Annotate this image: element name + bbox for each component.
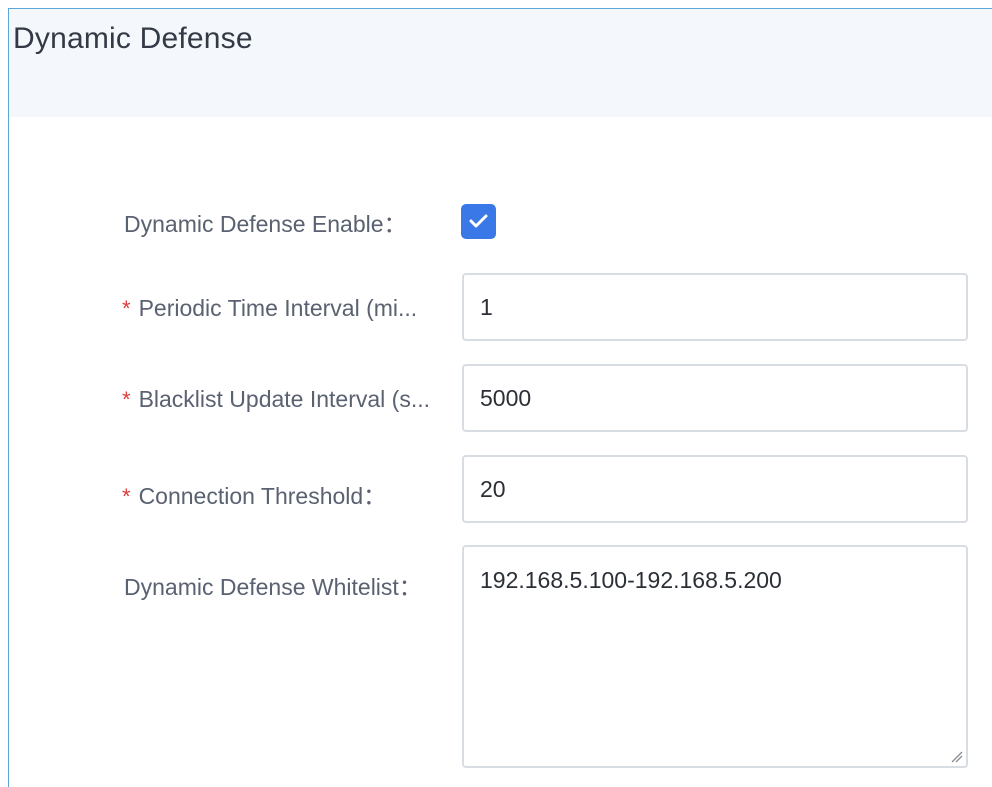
- dynamic-defense-enable-checkbox[interactable]: [461, 204, 496, 239]
- required-mark: *: [122, 387, 131, 412]
- whitelist-textarea[interactable]: 192.168.5.100-192.168.5.200: [462, 545, 968, 768]
- blacklist-interval-label: * Blacklist Update Interval (s...: [122, 386, 430, 413]
- connection-threshold-label-text: Connection Threshold：: [138, 483, 387, 509]
- required-mark: *: [122, 296, 131, 321]
- connection-threshold-label: * Connection Threshold：: [122, 477, 386, 511]
- periodic-interval-label: * Periodic Time Interval (mi...: [122, 295, 417, 322]
- panel-header: Dynamic Defense: [9, 9, 992, 117]
- required-mark: *: [122, 484, 131, 509]
- whitelist-label: Dynamic Defense Whitelist：: [124, 568, 422, 602]
- resize-grip-icon[interactable]: [951, 751, 963, 763]
- check-icon: [469, 214, 488, 228]
- whitelist-label-text: Dynamic Defense Whitelist：: [124, 574, 422, 600]
- blacklist-interval-input[interactable]: 5000: [462, 364, 968, 432]
- enable-label: Dynamic Defense Enable：: [124, 205, 407, 239]
- enable-label-text: Dynamic Defense Enable：: [124, 211, 407, 237]
- periodic-interval-label-text: Periodic Time Interval (mi...: [138, 295, 418, 321]
- panel-title: Dynamic Defense: [13, 22, 253, 55]
- periodic-interval-input[interactable]: 1: [462, 273, 968, 341]
- connection-threshold-input[interactable]: 20: [462, 455, 968, 523]
- blacklist-interval-label-text: Blacklist Update Interval (s...: [138, 386, 431, 412]
- whitelist-value: 192.168.5.100-192.168.5.200: [480, 567, 782, 593]
